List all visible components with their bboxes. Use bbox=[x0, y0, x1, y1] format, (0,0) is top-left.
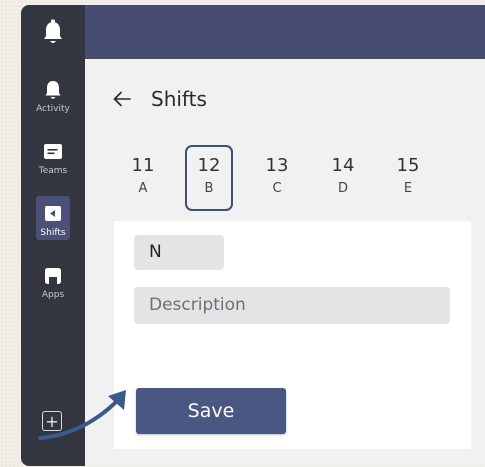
shift-code-field[interactable]: N bbox=[134, 235, 224, 270]
day-number: 14 bbox=[331, 155, 355, 176]
day-letter: E bbox=[403, 181, 413, 196]
rail-item-activity[interactable]: Activity bbox=[21, 79, 85, 114]
day-13[interactable]: 13 C bbox=[253, 145, 301, 211]
rail-item-label: Shifts bbox=[40, 228, 66, 238]
rail-item-label: Apps bbox=[41, 290, 65, 300]
rail-item-label: Activity bbox=[36, 104, 70, 114]
main-pane: Shifts 11 A 12 B 13 C 14 D 15 E N Descri… bbox=[85, 59, 485, 466]
activity-icon bbox=[45, 81, 61, 99]
rail-item-teams[interactable]: Teams bbox=[21, 141, 85, 176]
day-selector: 11 A 12 B 13 C 14 D 15 E bbox=[119, 145, 439, 211]
app-rail: Activity Teams Shifts Apps + bbox=[21, 5, 85, 466]
top-bar bbox=[85, 5, 485, 59]
page-title: Shifts bbox=[151, 87, 207, 111]
day-12-selected[interactable]: 12 B bbox=[185, 145, 233, 211]
page-header: Shifts bbox=[111, 87, 207, 111]
apps-icon bbox=[45, 268, 61, 284]
day-15[interactable]: 15 E bbox=[384, 145, 432, 211]
day-letter: A bbox=[138, 181, 148, 196]
day-number: 13 bbox=[265, 155, 289, 176]
day-number: 11 bbox=[131, 155, 155, 176]
app-window: Activity Teams Shifts Apps + Shifts 11 A… bbox=[21, 5, 485, 466]
shifts-icon bbox=[45, 206, 61, 221]
shift-form-card: N Description Save bbox=[114, 221, 471, 449]
rail-item-shifts[interactable]: Shifts bbox=[21, 203, 85, 238]
day-14[interactable]: 14 D bbox=[319, 145, 367, 211]
bell-icon[interactable] bbox=[41, 19, 65, 47]
save-button[interactable]: Save bbox=[136, 388, 286, 434]
description-field[interactable]: Description bbox=[134, 287, 450, 324]
day-number: 12 bbox=[197, 155, 221, 176]
back-arrow-icon[interactable] bbox=[111, 88, 133, 110]
rail-item-label: Teams bbox=[38, 166, 68, 176]
day-11[interactable]: 11 A bbox=[119, 145, 167, 211]
rail-item-apps[interactable]: Apps bbox=[21, 265, 85, 300]
add-icon[interactable]: + bbox=[42, 411, 62, 431]
day-letter: B bbox=[204, 181, 214, 196]
day-letter: D bbox=[337, 181, 348, 196]
day-number: 15 bbox=[396, 155, 420, 176]
day-letter: C bbox=[272, 181, 282, 196]
teams-icon bbox=[44, 144, 62, 159]
